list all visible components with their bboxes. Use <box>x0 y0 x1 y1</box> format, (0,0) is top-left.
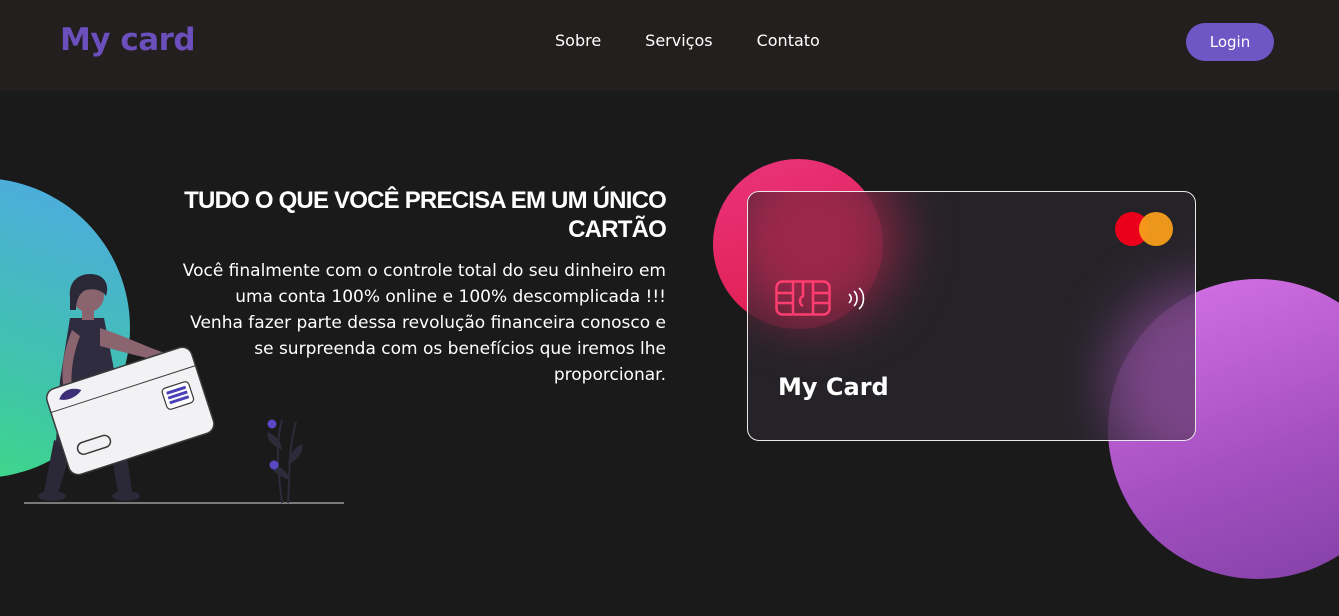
nav-link-contato[interactable]: Contato <box>757 31 820 51</box>
hero-title: TUDO O QUE VOCÊ PRECISA EM UM ÚNICO CART… <box>184 187 667 243</box>
card-name-label: My Card <box>778 373 889 401</box>
card-chip-icon <box>775 280 831 316</box>
card-glow-purple <box>1108 282 1195 440</box>
credit-card-preview: My Card <box>747 191 1196 441</box>
mastercard-logo-icon <box>1115 210 1177 248</box>
landing-page: My card Sobre Serviços Contato Login TUD… <box>0 0 1339 616</box>
nav-link-servicos[interactable]: Serviços <box>645 31 712 51</box>
contactless-icon <box>848 287 865 310</box>
brand-logo[interactable]: My card <box>60 22 196 58</box>
main-nav: Sobre Serviços Contato <box>555 31 820 51</box>
hero-section: TUDO O QUE VOCÊ PRECISA EM UM ÚNICO CART… <box>150 186 667 388</box>
plant-icon <box>267 419 303 504</box>
login-button[interactable]: Login <box>1186 23 1274 61</box>
hero-description: Você finalmente com o controle total do … <box>182 261 666 385</box>
site-header: My card Sobre Serviços Contato Login <box>0 0 1339 91</box>
nav-link-sobre[interactable]: Sobre <box>555 31 601 51</box>
